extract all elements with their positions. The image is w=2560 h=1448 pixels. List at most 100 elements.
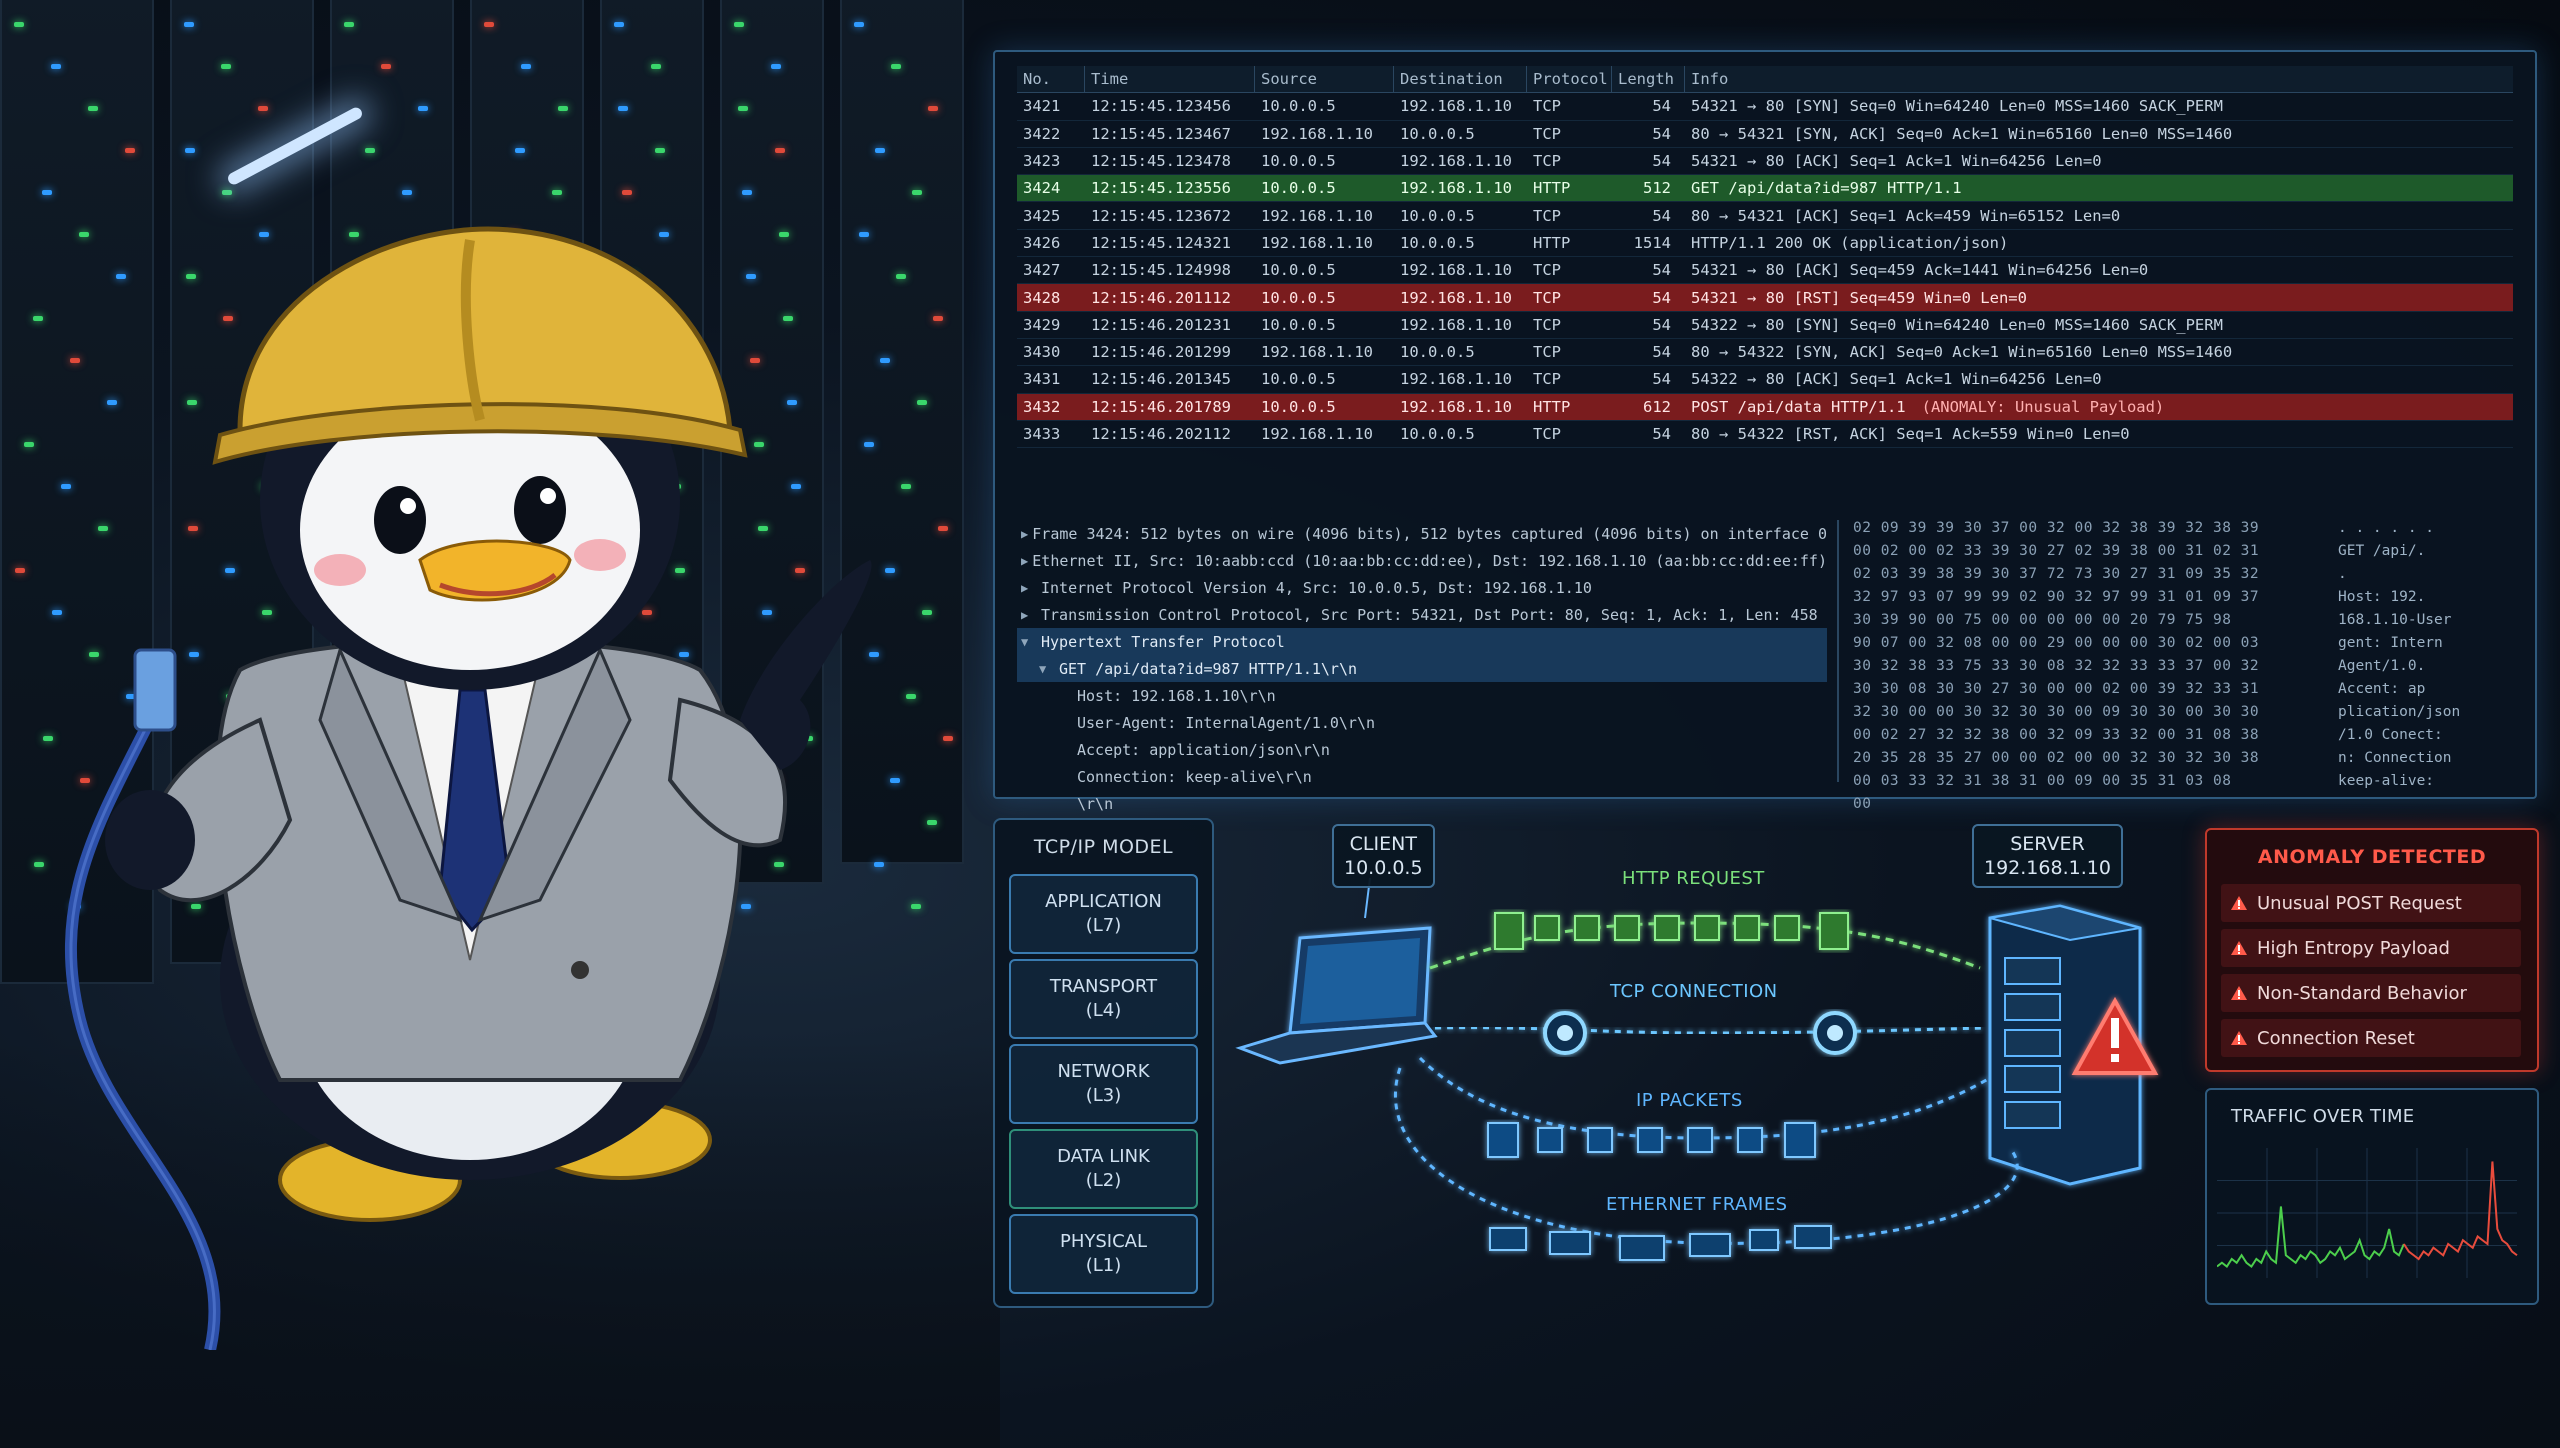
hex-line[interactable]: 00 [1839,796,2515,819]
layer-data-link[interactable]: DATA LINK (L2) [1009,1129,1198,1209]
hex-line[interactable]: 00 02 27 32 32 38 00 32 09 33 32 00 31 0… [1839,727,2515,750]
hex-line[interactable]: 00 03 33 32 31 38 31 00 09 00 35 31 03 0… [1839,773,2515,796]
packet-row[interactable]: 3426 12:15:45.124321 192.168.1.10 10.0.0.5 H… [1017,230,2513,258]
packet-cell-info: GET /api/data?id=987 HTTP/1.1 [1691,179,1962,198]
hex-line[interactable]: 30 32 38 33 75 33 30 08 32 32 33 33 37 0… [1839,658,2515,681]
hex-ascii: Accent: ap [2338,681,2426,697]
detail-tree-node[interactable]: Accept: application/json\r\n [1017,736,1827,763]
detail-tree-node[interactable]: \r\n [1017,790,1827,817]
anomaly-item-label: Non-Standard Behavior [2257,982,2467,1004]
rack-led [655,148,665,153]
anomaly-item[interactable]: High Entropy Payload [2221,929,2521,967]
packet-row[interactable]: 3430 12:15:46.201299 192.168.1.10 10.0.0.5 T… [1017,339,2513,367]
hex-ascii: /1.0 Conect: [2338,727,2443,743]
collapse-arrow-icon[interactable]: ▶ [1021,608,1041,622]
hex-line[interactable]: 02 09 39 39 30 37 00 32 00 32 38 39 32 3… [1839,520,2515,543]
detail-tree-node[interactable]: ▼ Hypertext Transfer Protocol [1017,628,1827,655]
hex-line[interactable]: 20 35 28 35 27 00 00 02 00 00 32 30 32 3… [1839,750,2515,773]
packet-cell-proto: HTTP [1533,233,1571,252]
anomaly-item[interactable]: Non-Standard Behavior [2221,974,2521,1012]
hex-line[interactable]: 02 03 39 38 39 30 37 72 73 30 27 31 09 3… [1839,566,2515,589]
detail-tree-node[interactable]: Connection: keep-alive\r\n [1017,763,1827,790]
packet-cell-info: POST /api/data HTTP/1.1 (ANOMALY: Unusual… [1685,398,2513,416]
hex-line[interactable]: 32 30 00 00 30 32 30 30 00 09 30 30 00 3… [1839,704,2515,727]
packet-cell-info: 54322 → 80 [ACK] Seq=1 Ack=1 Win=64256 L… [1691,370,2102,389]
flow-label-http-request: HTTP REQUEST [1622,868,1765,889]
packet-cell-time: 12:15:45.123556 [1091,179,1231,198]
packet-row[interactable]: 3423 12:15:45.123478 10.0.0.5 192.168.1.10 T… [1017,148,2513,176]
collapse-arrow-icon[interactable]: ▶ [1021,554,1032,568]
hex-line[interactable]: 00 02 00 02 33 39 30 27 02 39 38 00 31 0… [1839,543,2515,566]
client-label-box: CLIENT 10.0.0.5 [1332,824,1435,888]
http-request-packets [1494,912,1849,950]
server-ip: 192.168.1.10 [1984,857,2111,879]
model-title: TCP/IP MODEL [1033,836,1174,858]
expand-arrow-icon[interactable]: ▼ [1039,662,1059,676]
detail-text: Hypertext Transfer Protocol [1041,632,1285,651]
column-header-no[interactable]: No. [1017,66,1085,93]
hex-bytes: 00 02 27 32 32 38 00 32 09 33 32 00 31 0… [1853,727,2260,743]
layer-name: APPLICATION [1045,891,1162,912]
packet-row[interactable]: 3431 12:15:46.201345 10.0.0.5 192.168.1.10 T… [1017,366,2513,394]
rj45-connector [133,648,177,732]
detail-tree-node[interactable]: ▼ GET /api/data?id=987 HTTP/1.1\r\n [1017,655,1827,682]
hex-line[interactable]: 90 07 00 32 08 00 00 29 00 00 00 30 02 0… [1839,635,2515,658]
anomaly-item[interactable]: Connection Reset [2221,1019,2521,1057]
hex-line[interactable]: 32 97 93 07 99 99 02 90 32 97 99 31 01 0… [1839,589,2515,612]
layer-name: PHYSICAL [1059,1231,1148,1252]
layer-network[interactable]: NETWORK (L3) [1009,1044,1198,1124]
packet-cell-len: 54 [1652,97,1671,116]
packet-cell-dst: 192.168.1.10 [1400,179,1512,198]
packet-row[interactable]: 3424 12:15:45.123556 10.0.0.5 192.168.1.10 H… [1017,175,2513,203]
rack-led [912,190,922,195]
packet-row[interactable]: 3428 12:15:46.201112 10.0.0.5 192.168.1.10 T… [1017,284,2513,312]
expand-arrow-icon[interactable]: ▼ [1021,635,1041,649]
hex-line[interactable]: 30 39 90 00 75 00 00 00 00 00 20 79 75 9… [1839,612,2515,635]
packet-cell-dst: 192.168.1.10 [1400,315,1512,334]
collapse-arrow-icon[interactable]: ▶ [1021,527,1032,541]
packet-row[interactable]: 3425 12:15:45.123672 192.168.1.10 10.0.0.5 T… [1017,202,2513,230]
packet-cell-proto: HTTP [1533,179,1571,198]
packet-row[interactable]: 3422 12:15:45.123467 192.168.1.10 10.0.0.5 T… [1017,121,2513,148]
packet-row[interactable]: 3427 12:15:45.124998 10.0.0.5 192.168.1.10 T… [1017,257,2513,285]
detail-tree-node[interactable]: ▶ Transmission Control Protocol, Src Port… [1017,601,1827,628]
column-header-time[interactable]: Time [1085,66,1255,93]
layer-physical[interactable]: PHYSICAL (L1) [1009,1214,1198,1294]
packet-cell-time: 12:15:45.124998 [1091,261,1231,280]
warning-icon [2221,895,2257,911]
column-header-info[interactable]: Info [1685,66,2513,92]
detail-tree-node[interactable]: ▶ Frame 3424: 512 bytes on wire (4096 bit… [1017,520,1827,547]
collapse-arrow-icon[interactable]: ▶ [1021,581,1041,595]
packet-capture-window: No. Time Source Destination Protocol Len… [993,50,2537,813]
hex-bytes: 00 [1853,796,1872,812]
detail-tree-node[interactable]: Host: 192.168.1.10\r\n [1017,682,1827,709]
rack-led [344,22,354,27]
packet-cell-no: 3422 [1023,124,1061,143]
tcp-connection-path [1434,1026,1986,1035]
layer-code: (L3) [1085,1085,1122,1106]
column-header-protocol[interactable]: Protocol [1527,66,1612,93]
detail-tree-node[interactable]: User-Agent: InternalAgent/1.0\r\n [1017,709,1827,736]
detail-tree-node[interactable]: ▶ Ethernet II, Src: 10:aabb:ccd (10:aa:bb… [1017,547,1827,574]
layer-application[interactable]: APPLICATION (L7) [1009,874,1198,954]
laptop-icon [1235,877,1438,1065]
detail-tree-node[interactable]: ▶ Internet Protocol Version 4, Src: 10.0.… [1017,574,1827,601]
anomaly-item[interactable]: Unusual POST Request [2221,884,2521,922]
hex-ascii: . [2338,566,2347,582]
hex-line[interactable]: 30 30 08 30 30 27 30 00 00 02 00 39 32 3… [1839,681,2515,704]
packet-row[interactable]: 3433 12:15:46.202112 192.168.1.10 10.0.0.5 T… [1017,421,2513,449]
packet-cell-proto: TCP [1533,370,1561,389]
rack-led [365,148,375,153]
packet-row[interactable]: 3421 12:15:45.123456 10.0.0.5 192.168.1.10 T… [1017,93,2513,121]
packet-row[interactable]: 3429 12:15:46.201231 10.0.0.5 192.168.1.10 T… [1017,312,2513,339]
packet-cell-no: 3429 [1023,315,1061,334]
column-header-length[interactable]: Length [1612,66,1685,93]
layer-transport[interactable]: TRANSPORT (L4) [1009,959,1198,1039]
packet-row[interactable]: 3432 12:15:46.201789 10.0.0.5 192.168.1.10 H… [1017,393,2513,421]
packet-cell-dst: 192.168.1.10 [1400,288,1512,307]
column-header-destination[interactable]: Destination [1394,66,1527,93]
column-header-source[interactable]: Source [1255,66,1394,93]
rack-led [651,64,661,69]
layer-code: (L7) [1085,915,1122,936]
flow-label-ethernet-frames: ETHERNET FRAMES [1606,1194,1788,1215]
